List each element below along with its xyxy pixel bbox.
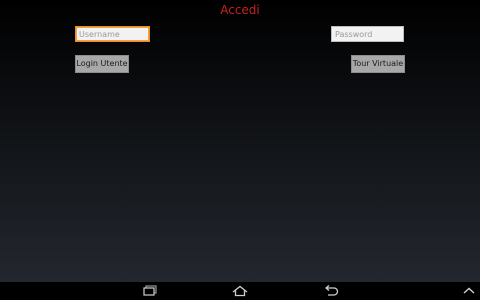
login-button[interactable]: Login Utente xyxy=(75,55,129,73)
back-icon[interactable] xyxy=(322,285,340,297)
system-nav-bar xyxy=(0,282,480,300)
login-screen: Accedi Login Utente Tour Virtuale xyxy=(0,0,480,282)
home-icon[interactable] xyxy=(231,285,249,297)
virtual-tour-button[interactable]: Tour Virtuale xyxy=(351,55,405,73)
username-input[interactable] xyxy=(75,26,150,42)
recent-apps-icon[interactable] xyxy=(142,285,158,297)
password-input[interactable] xyxy=(331,26,404,42)
page-title: Accedi xyxy=(220,3,260,17)
chevron-up-icon[interactable] xyxy=(462,286,476,296)
